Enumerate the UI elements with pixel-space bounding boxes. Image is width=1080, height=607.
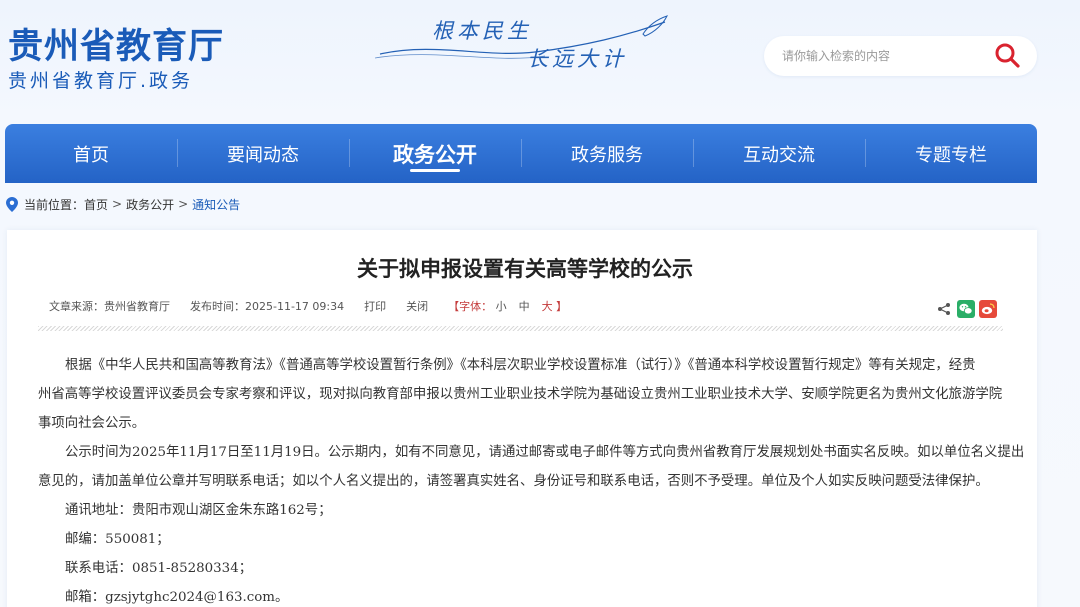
paragraph-1-line-1: 根据《中华人民共和国高等教育法》《普通高等学校设置暂行条例》《本科层次职业学校设…	[65, 358, 976, 373]
paragraph-1-line-3: 事项向社会公示。	[38, 416, 146, 431]
site-logo-title[interactable]: 贵州省教育厅	[8, 18, 224, 69]
breadcrumb-notices[interactable]: 通知公告	[192, 196, 240, 213]
font-size-prefix: 【字体：	[448, 300, 493, 313]
nav-item-interaction[interactable]: 互动交流	[693, 124, 865, 183]
weibo-icon[interactable]	[979, 300, 997, 318]
font-size-large[interactable]: 大	[542, 298, 553, 314]
site-logo-subtitle: 贵州省教育厅.政务	[8, 70, 194, 92]
font-size-medium[interactable]: 中	[519, 298, 530, 314]
paragraph-2-line-2: 意见的，请加盖单位公章并写明联系电话；如以个人名义提出的，请签署真实姓名、身份证…	[38, 474, 989, 489]
article-body: 根据《中华人民共和国高等教育法》《普通高等学校设置暂行条例》《本科层次职业学校设…	[38, 351, 1025, 607]
close-button[interactable]: 关闭	[406, 298, 428, 314]
search-input[interactable]	[782, 46, 982, 66]
contact-postcode: 邮编：550081；	[65, 532, 170, 547]
font-size-control: 【字体： 小 中 大 】	[448, 298, 567, 314]
article-title: 关于拟申报设置有关高等学校的公示	[357, 257, 693, 281]
breadcrumb-home[interactable]: 首页	[84, 196, 108, 213]
article-publish-time: 发布时间：2025-11-17 09:34	[190, 300, 345, 313]
nav-item-special-topics[interactable]: 专题专栏	[865, 124, 1037, 183]
slogan-line-2: 长远大计	[527, 47, 627, 71]
slogan-line-1: 根本民生	[432, 19, 532, 43]
font-size-suffix: 】	[556, 300, 568, 313]
print-button[interactable]: 打印	[364, 298, 386, 314]
breadcrumb-separator: >	[112, 197, 123, 211]
nav-item-government-affairs[interactable]: 政务公开	[349, 124, 521, 183]
nav-item-services[interactable]: 政务服务	[521, 124, 693, 183]
article-meta: 文章来源：贵州省教育厅 发布时间：2025-11-17 09:34 打印 关闭 …	[49, 298, 567, 314]
breadcrumb-prefix: 当前位置：	[24, 197, 85, 212]
breadcrumb-government-affairs[interactable]: 政务公开	[126, 196, 174, 213]
main-navigation: 首页 要闻动态 政务公开 政务服务 互动交流 专题专栏	[5, 124, 1037, 183]
nav-item-news[interactable]: 要闻动态	[177, 124, 349, 183]
meta-divider	[38, 326, 1003, 331]
share-bar	[935, 299, 997, 319]
contact-phone: 联系电话：0851-85280334；	[65, 561, 253, 576]
breadcrumb-separator: >	[178, 197, 189, 211]
search-icon[interactable]	[992, 41, 1024, 71]
contact-address: 通讯地址：贵阳市观山湖区金朱东路162号；	[65, 503, 332, 518]
paragraph-2-line-1: 公示时间为2025年11月17日至11月19日。公示期内，如有不同意见，请通过邮…	[65, 445, 1025, 460]
breadcrumb: 当前位置： 首页 > 政务公开 > 通知公告	[6, 195, 240, 213]
article-source: 文章来源：贵州省教育厅	[49, 300, 170, 313]
nav-item-home[interactable]: 首页	[5, 124, 177, 183]
font-size-small[interactable]: 小	[496, 298, 507, 314]
contact-email: 邮箱：gzsjytghc2024@163.com。	[65, 590, 289, 605]
location-pin-icon	[6, 196, 18, 212]
paragraph-1-line-2: 州省高等学校设置评议委员会专家考察和评议，现对拟向教育部申报以贵州工业职业技术学…	[38, 387, 1003, 402]
share-icon[interactable]	[935, 300, 953, 318]
search-box	[764, 36, 1037, 76]
wechat-icon[interactable]	[957, 300, 975, 318]
